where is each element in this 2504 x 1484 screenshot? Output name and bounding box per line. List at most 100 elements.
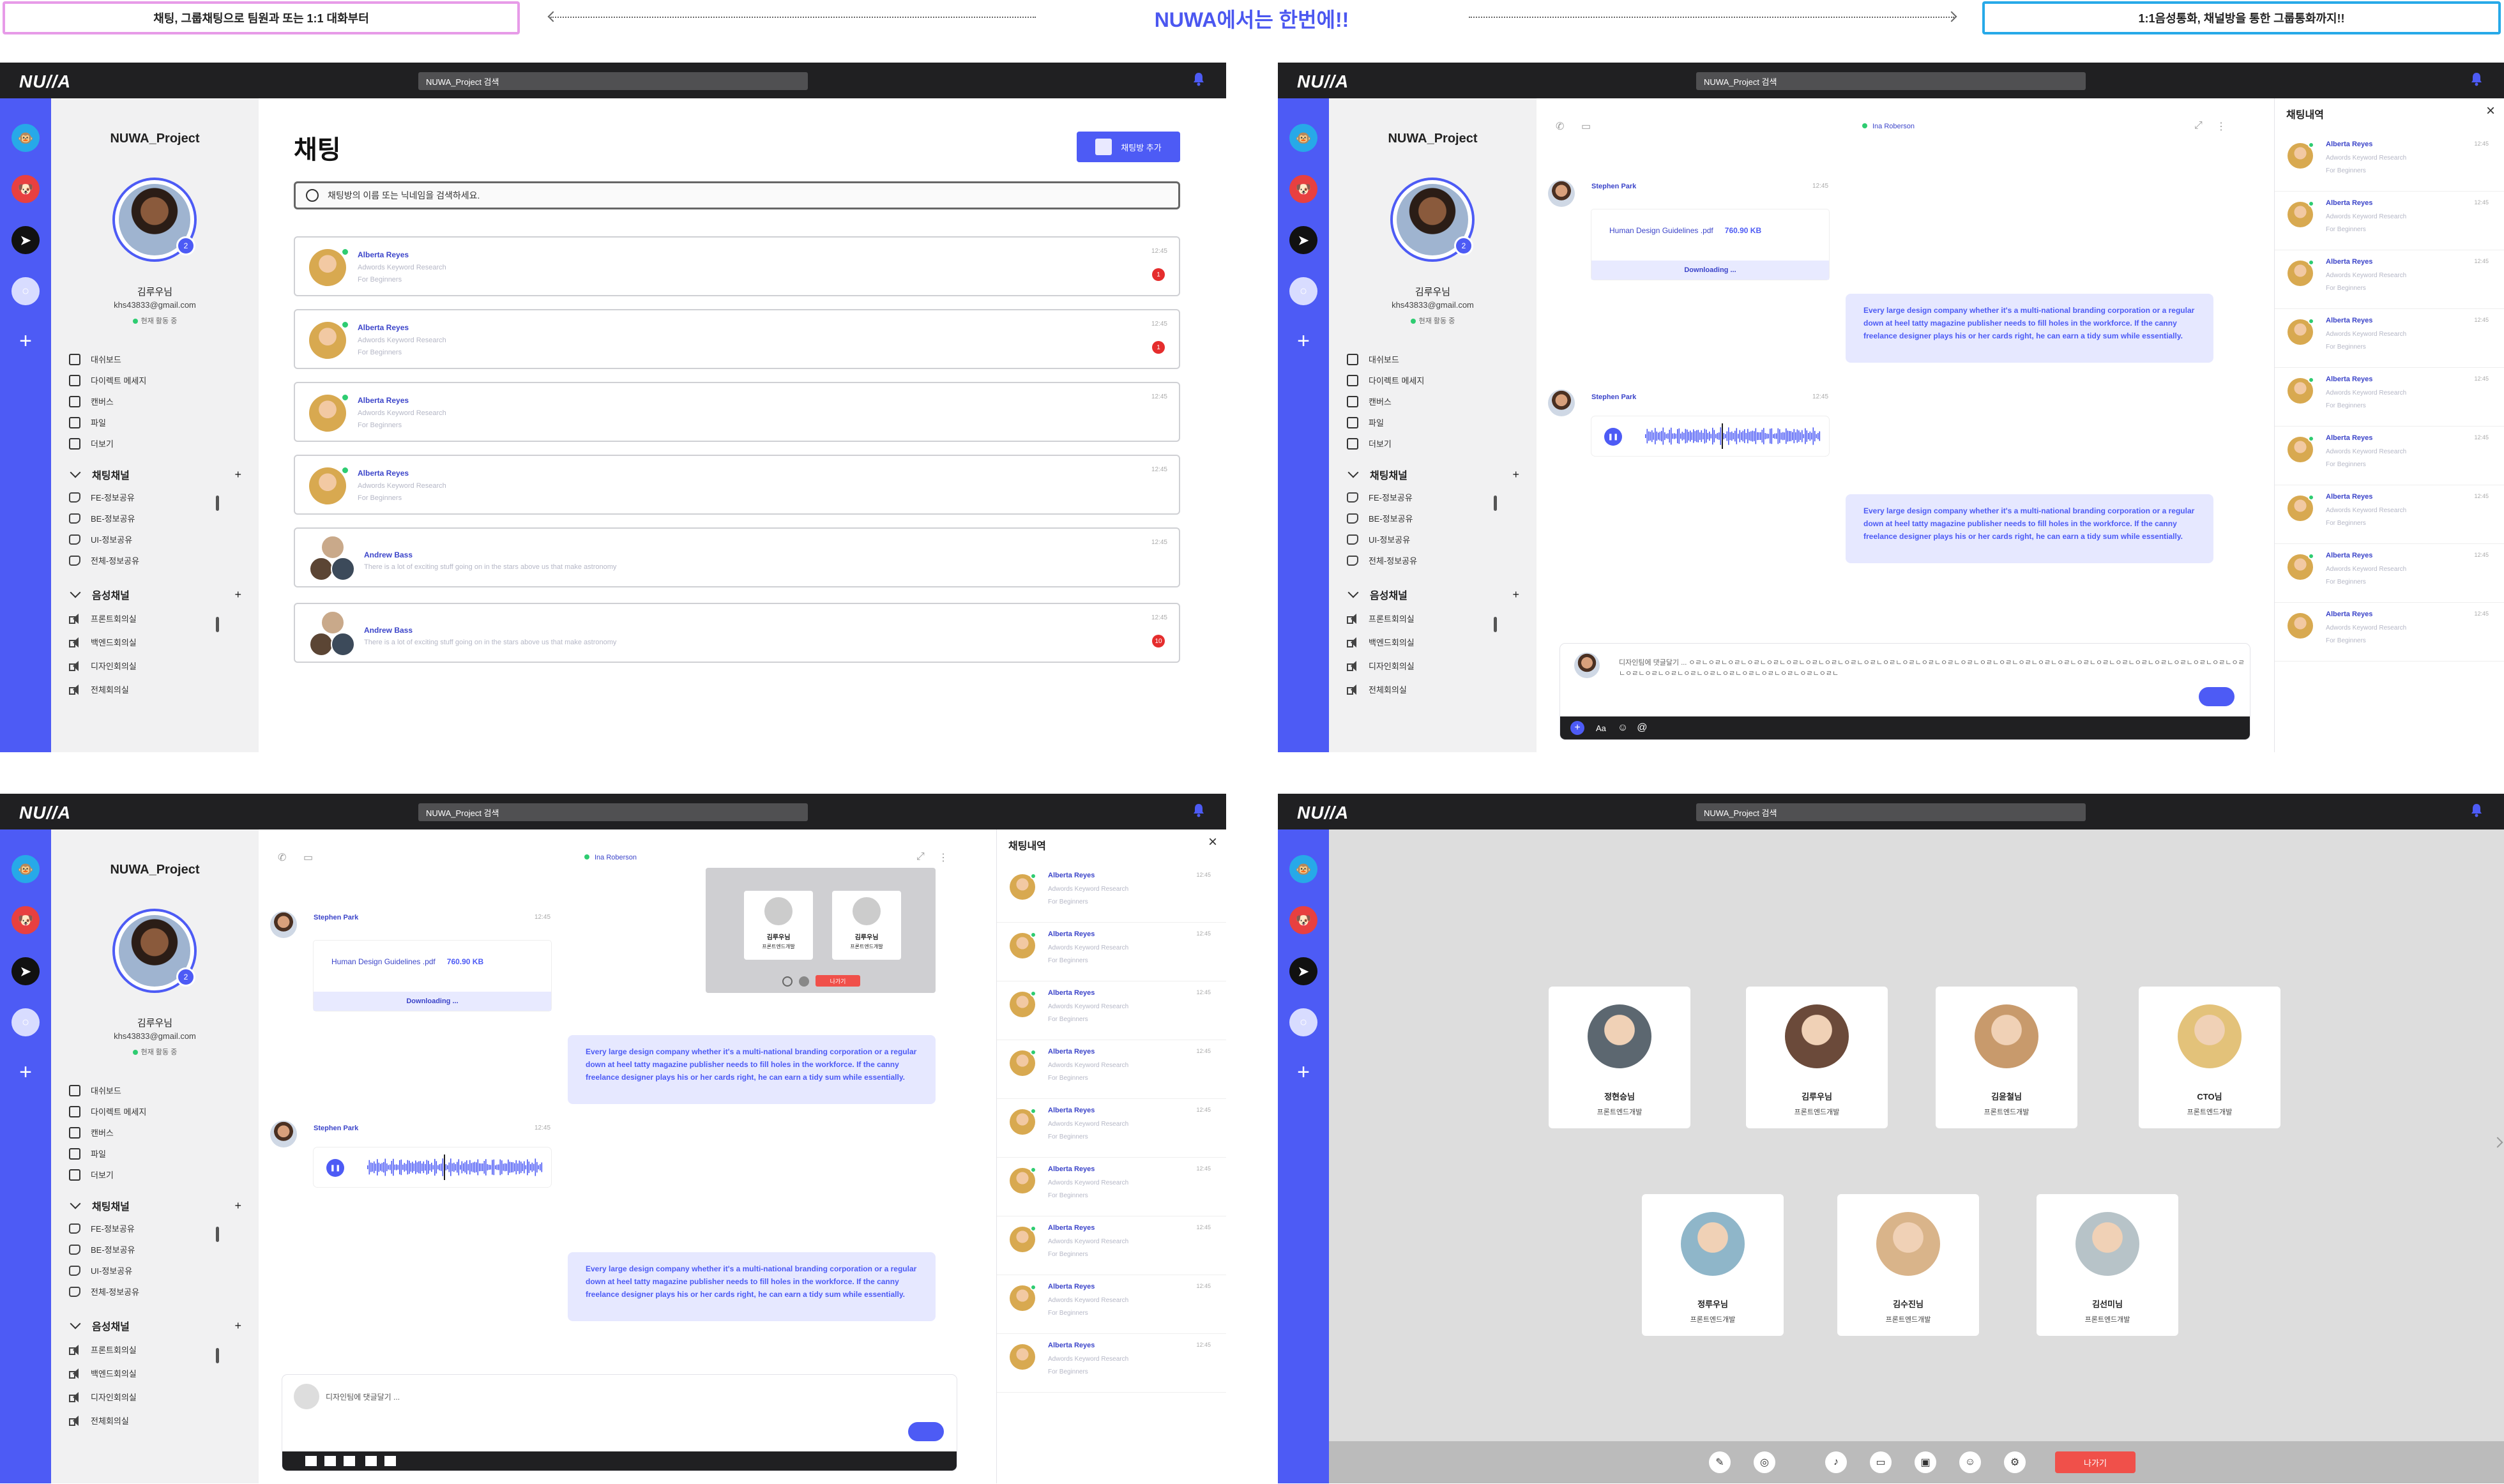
voice-channel-item[interactable]: 프론트회의실 — [1347, 607, 1415, 630]
chat-channel-item[interactable]: FE-정보공유 — [69, 1218, 139, 1239]
sidebar-item-0[interactable]: 대쉬보드 — [1347, 349, 1424, 370]
add-voice-channel-icon[interactable]: + — [234, 588, 241, 602]
pause-button[interactable]: ❚❚ — [326, 1159, 344, 1177]
participant-card[interactable]: 김윤철님 프론트엔드개발 — [1936, 987, 2077, 1128]
chat-channel-item[interactable]: 전체-정보공유 — [1347, 550, 1417, 571]
emoji-icon[interactable]: ☺ — [1959, 1451, 1981, 1473]
workspace-arrow-icon[interactable]: ➤ — [1289, 957, 1317, 985]
notification-bell-icon[interactable] — [1192, 72, 1206, 87]
sidebar-item-3[interactable]: 파일 — [69, 412, 146, 433]
settings-icon[interactable]: ⚙ — [2004, 1451, 2026, 1473]
bold-icon[interactable] — [305, 1456, 317, 1466]
workspace-monkey-icon[interactable]: 🐵 — [11, 855, 40, 883]
participant-card[interactable]: 김수진님 프론트엔드개발 — [1837, 1194, 1979, 1336]
chat-channel-item[interactable]: BE-정보공유 — [69, 508, 139, 529]
profile-avatar[interactable]: 2 — [112, 909, 197, 993]
composer-text[interactable]: 디자인팀에 댓글달기 ... ㅇㄹㄴㅇㄹㄴㅇㄹㄴㅇㄹㄴㅇㄹㄴㅇㄹㄴㅇㄹㄴㅇㄹㄴㅇ… — [1619, 658, 2245, 702]
pen-icon[interactable]: ✎ — [1709, 1451, 1731, 1473]
link-icon[interactable] — [384, 1456, 396, 1466]
chat-channel-item[interactable]: BE-정보공유 — [69, 1239, 139, 1260]
video-icon[interactable]: ▭ — [303, 851, 313, 864]
voice-channel-item[interactable]: 전체회의실 — [1347, 678, 1415, 701]
call-participant-card[interactable]: 김루우님 프론트엔드개발 — [832, 891, 901, 960]
chat-channel-item[interactable]: 전체-정보공유 — [69, 1281, 139, 1302]
file-attachment[interactable]: Human Design Guidelines .pdf 760.90 KB Dow… — [314, 941, 551, 1011]
history-row[interactable]: Alberta Reyes Adwords Keyword Research For… — [997, 1039, 1226, 1099]
voice-channel-item[interactable]: 디자인회의실 — [69, 654, 137, 678]
send-button[interactable] — [908, 1422, 944, 1441]
sidebar-item-0[interactable]: 대쉬보드 — [69, 349, 146, 370]
profile-avatar[interactable]: 2 — [1390, 178, 1475, 262]
notification-bell-icon[interactable] — [1192, 803, 1206, 818]
history-row[interactable]: Alberta Reyes Adwords Keyword Research For… — [997, 1215, 1226, 1275]
chat-list-item[interactable]: Alberta Reyes Adwords Keyword Research For… — [294, 309, 1180, 369]
voice-channel-item[interactable]: 디자인회의실 — [69, 1385, 137, 1409]
close-icon[interactable]: × — [1208, 833, 1217, 851]
mention-icon[interactable]: @ — [1637, 722, 1647, 734]
audio-waveform[interactable] — [367, 1155, 546, 1180]
playhead[interactable] — [444, 1155, 445, 1180]
search-input[interactable]: NUWA_Project 검색 — [418, 72, 808, 90]
chat-channel-scrollbar[interactable] — [1494, 496, 1497, 511]
add-attachment-icon[interactable]: + — [1570, 721, 1584, 735]
send-button[interactable] — [2199, 687, 2235, 706]
voice-channel-scrollbar[interactable] — [1494, 617, 1497, 632]
chat-channel-scrollbar[interactable] — [216, 496, 219, 511]
underline-icon[interactable] — [344, 1456, 355, 1466]
chat-channels-header[interactable]: 채팅채널 + — [69, 465, 241, 484]
sidebar-item-4[interactable]: 더보기 — [1347, 433, 1424, 454]
history-row[interactable]: Alberta Reyes Adwords Keyword Research For… — [997, 921, 1226, 981]
sidebar-item-2[interactable]: 캔버스 — [69, 1122, 146, 1143]
history-row[interactable]: Alberta Reyes Adwords Keyword Research For… — [997, 863, 1226, 923]
chat-list-item[interactable]: Alberta Reyes Adwords Keyword Research For… — [294, 382, 1180, 442]
message-composer[interactable]: 디자인팀에 댓글달기 ... — [282, 1375, 957, 1471]
chevron-down-icon[interactable] — [1347, 587, 1359, 598]
sidebar-item-1[interactable]: 다이렉트 메세지 — [69, 370, 146, 391]
voice-channels-header[interactable]: 음성채널 + — [69, 585, 241, 604]
history-row[interactable]: Alberta Reyes Adwords Keyword Research For… — [2275, 308, 2504, 368]
chat-channel-scrollbar[interactable] — [216, 1227, 219, 1242]
leave-call-button[interactable]: 나가기 — [2055, 1451, 2136, 1473]
sidebar-item-1[interactable]: 다이렉트 메세지 — [1347, 370, 1424, 391]
workspace-arrow-icon[interactable]: ➤ — [1289, 226, 1317, 254]
composer-placeholder[interactable]: 디자인팀에 댓글달기 ... — [326, 1391, 400, 1402]
search-input[interactable]: NUWA_Project 검색 — [1696, 72, 2086, 90]
expand-icon[interactable]: ⤢ — [2194, 120, 2203, 132]
playhead[interactable] — [1722, 423, 1723, 449]
list-icon[interactable] — [365, 1456, 377, 1466]
add-chat-room-button[interactable]: 채팅방 추가 — [1077, 132, 1180, 162]
headset-icon[interactable]: ◎ — [1754, 1451, 1775, 1473]
pause-button[interactable]: ❚❚ — [1604, 428, 1622, 446]
call-settings-icon[interactable] — [782, 976, 793, 987]
voice-channel-item[interactable]: 백엔드회의실 — [69, 1361, 137, 1385]
chevron-down-icon[interactable] — [1347, 467, 1359, 478]
voice-channel-scrollbar[interactable] — [216, 617, 219, 632]
add-workspace-icon[interactable]: + — [1289, 1058, 1317, 1086]
chat-list-item[interactable]: Andrew Bass There is a lot of exciting st… — [294, 527, 1180, 587]
voice-channel-item[interactable]: 백엔드회의실 — [69, 630, 137, 654]
screen-share-icon[interactable]: ▣ — [1915, 1451, 1936, 1473]
download-button[interactable]: Downloading ... — [314, 992, 551, 1011]
chevron-down-icon[interactable] — [70, 1318, 81, 1329]
voice-channel-item[interactable]: 디자인회의실 — [1347, 654, 1415, 678]
file-attachment[interactable]: Human Design Guidelines .pdf 760.90 KB Dow… — [1591, 209, 1829, 280]
history-row[interactable]: Alberta Reyes Adwords Keyword Research For… — [2275, 425, 2504, 485]
search-input[interactable]: NUWA_Project 검색 — [418, 803, 808, 821]
add-workspace-icon[interactable]: + — [11, 1058, 40, 1086]
workspace-circle-icon[interactable]: ○ — [1289, 1008, 1317, 1036]
app-logo[interactable]: NU//A — [19, 803, 71, 823]
add-chat-channel-icon[interactable]: + — [1512, 468, 1519, 481]
sidebar-item-1[interactable]: 다이렉트 메세지 — [69, 1101, 146, 1122]
notification-bell-icon[interactable] — [2470, 72, 2484, 87]
history-row[interactable]: Alberta Reyes Adwords Keyword Research For… — [2275, 190, 2504, 250]
sidebar-item-4[interactable]: 더보기 — [69, 433, 146, 454]
workspace-arrow-icon[interactable]: ➤ — [11, 957, 40, 985]
call-mute-icon[interactable] — [799, 976, 809, 987]
participant-card[interactable]: 김선미님 프론트엔드개발 — [2037, 1194, 2178, 1336]
history-row[interactable]: Alberta Reyes Adwords Keyword Research For… — [997, 1274, 1226, 1334]
chat-channel-item[interactable]: UI-정보공유 — [69, 529, 139, 550]
history-row[interactable]: Alberta Reyes Adwords Keyword Research For… — [2275, 602, 2504, 662]
participant-card[interactable]: 정현승님 프론트엔드개발 — [1549, 987, 1690, 1128]
participant-card[interactable]: 김루우님 프론트엔드개발 — [1746, 987, 1888, 1128]
close-icon[interactable]: × — [2486, 102, 2495, 120]
